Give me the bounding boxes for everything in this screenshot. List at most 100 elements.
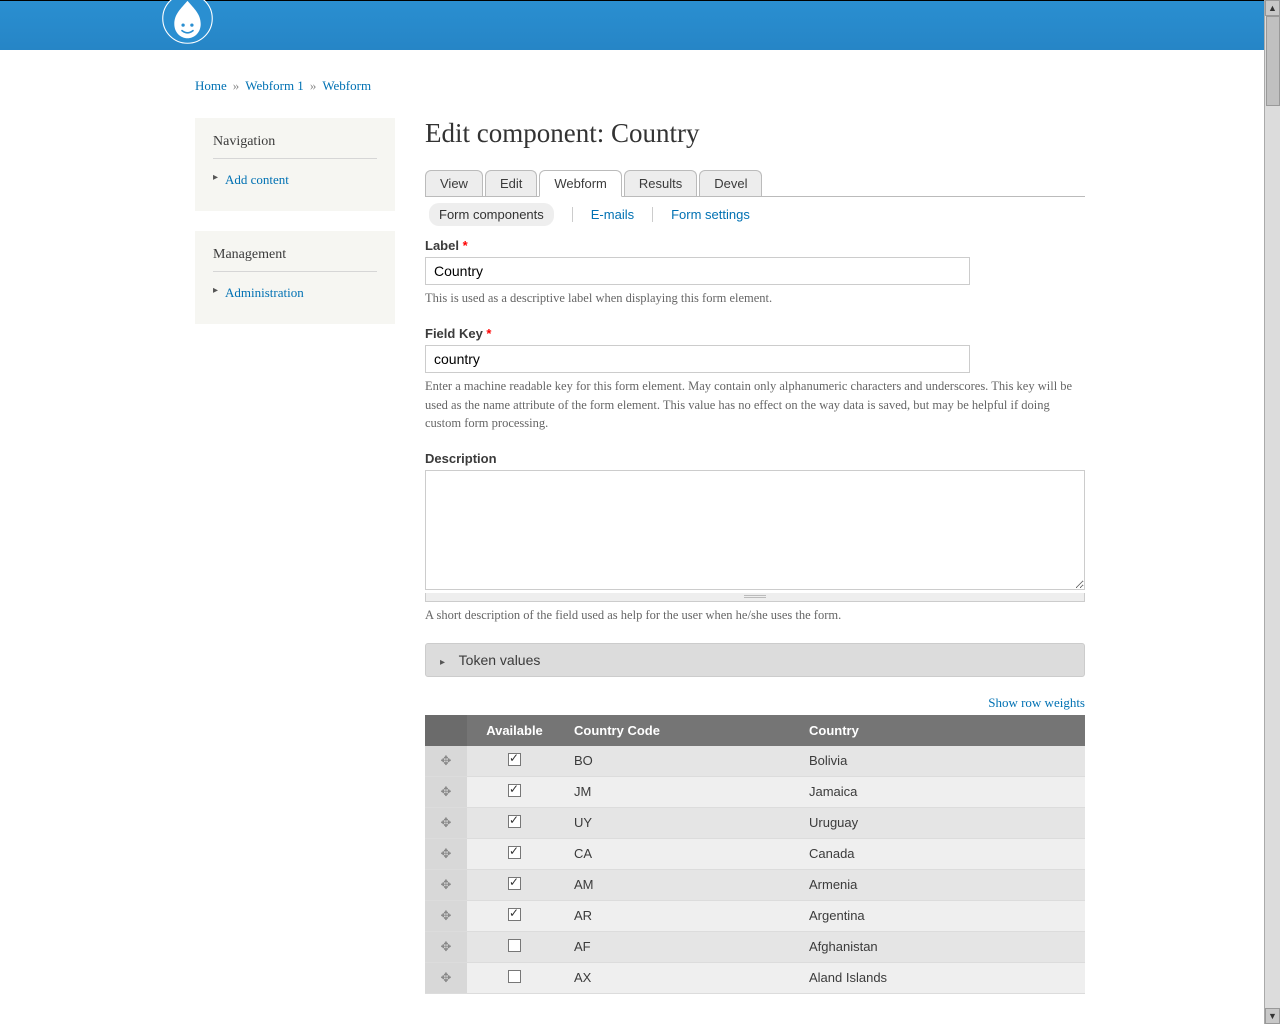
tab-edit[interactable]: Edit — [485, 170, 537, 196]
tabs-secondary: Form componentsE-mailsForm settings — [429, 207, 1085, 222]
site-logo[interactable] — [160, 0, 215, 49]
tab-results[interactable]: Results — [624, 170, 697, 196]
subtab-form-settings[interactable]: Form settings — [671, 207, 750, 222]
navigation-block: Navigation Add content — [195, 118, 395, 211]
table-row: ✥ AXAland Islands — [425, 962, 1085, 993]
tab-devel[interactable]: Devel — [699, 170, 762, 196]
tab-webform[interactable]: Webform — [539, 170, 622, 197]
table-row: ✥AFAfghanistan — [425, 931, 1085, 962]
fieldkey-field-label: Field Key * — [425, 326, 1085, 341]
available-checkbox[interactable] — [508, 784, 521, 797]
drupal-icon — [160, 0, 215, 46]
show-row-weights-wrapper: Show row weights — [425, 695, 1085, 711]
table-row: ✥ JMJamaica — [425, 776, 1085, 807]
country-code-cell: AM — [562, 869, 797, 900]
country-code-cell: CA — [562, 838, 797, 869]
sidebar-item-administration[interactable]: Administration — [213, 282, 377, 304]
page-title: Edit component: Country — [425, 118, 1085, 149]
available-cell — [467, 962, 562, 993]
label-field-wrapper: Label * This is used as a descriptive la… — [425, 238, 1085, 308]
available-cell — [467, 900, 562, 931]
sidebar: Navigation Add content Management Admini… — [195, 118, 395, 344]
options-table: Available Country Code Country ✥BOBolivi… — [425, 715, 1085, 994]
drag-handle-icon[interactable]: ✥ — [425, 900, 467, 931]
main-content: Edit component: Country ViewEditWebformR… — [425, 118, 1085, 994]
available-checkbox[interactable] — [508, 846, 521, 859]
drag-header — [425, 715, 467, 746]
top-banner — [0, 0, 1280, 50]
description-field-wrapper: Description A short description of the f… — [425, 451, 1085, 625]
available-checkbox[interactable] — [508, 939, 521, 952]
description-textarea[interactable] — [425, 470, 1085, 590]
sidebar-item-add-content-link[interactable]: Add content — [225, 172, 289, 187]
show-row-weights-link[interactable]: Show row weights — [988, 695, 1085, 710]
breadcrumb-link[interactable]: Webform — [322, 78, 371, 93]
sidebar-item-administration-link[interactable]: Administration — [225, 285, 304, 300]
available-cell — [467, 869, 562, 900]
available-checkbox[interactable] — [508, 753, 521, 766]
breadcrumb-separator: » — [233, 78, 240, 93]
subtab-form-components[interactable]: Form components — [429, 203, 554, 226]
country-name-cell: Bolivia — [797, 746, 1085, 777]
fieldkey-input[interactable] — [425, 345, 970, 373]
code-header: Country Code — [562, 715, 797, 746]
drag-handle-icon[interactable]: ✥ — [425, 776, 467, 807]
available-cell — [467, 931, 562, 962]
drag-handle-icon[interactable]: ✥ — [425, 746, 467, 777]
label-field-label: Label * — [425, 238, 1085, 253]
country-code-cell: BO — [562, 746, 797, 777]
country-code-cell: AX — [562, 962, 797, 993]
drag-handle-icon[interactable]: ✥ — [425, 838, 467, 869]
tabs-primary: ViewEditWebformResultsDevel — [425, 169, 1085, 197]
management-title: Management — [213, 247, 377, 272]
drag-handle-icon[interactable]: ✥ — [425, 869, 467, 900]
country-name-cell: Canada — [797, 838, 1085, 869]
available-cell — [467, 746, 562, 777]
label-description: This is used as a descriptive label when… — [425, 289, 1085, 308]
table-row: ✥ CACanada — [425, 838, 1085, 869]
tab-view[interactable]: View — [425, 170, 483, 196]
chevron-right-icon: ▸ — [440, 657, 445, 668]
available-cell — [467, 838, 562, 869]
subtab-e-mails[interactable]: E-mails — [591, 207, 634, 222]
table-row: ✥ UYUruguay — [425, 807, 1085, 838]
country-name-cell: Uruguay — [797, 807, 1085, 838]
scrollbar[interactable]: ▲ ▼ — [1264, 0, 1280, 1024]
description-help: A short description of the field used as… — [425, 606, 1085, 625]
country-name-cell: Armenia — [797, 869, 1085, 900]
available-checkbox[interactable] — [508, 908, 521, 921]
country-code-cell: AR — [562, 900, 797, 931]
drag-handle-icon[interactable]: ✥ — [425, 931, 467, 962]
country-code-cell: JM — [562, 776, 797, 807]
country-name-cell: Jamaica — [797, 776, 1085, 807]
scroll-up-icon[interactable]: ▲ — [1265, 0, 1280, 16]
available-checkbox[interactable] — [508, 970, 521, 983]
scroll-down-icon[interactable]: ▼ — [1265, 1008, 1280, 1024]
available-checkbox[interactable] — [508, 877, 521, 890]
drag-handle-icon[interactable]: ✥ — [425, 962, 467, 993]
fieldkey-field-wrapper: Field Key * Enter a machine readable key… — [425, 326, 1085, 433]
fieldkey-description: Enter a machine readable key for this fo… — [425, 377, 1085, 433]
table-row: ✥ARArgentina — [425, 900, 1085, 931]
breadcrumb: Home » Webform 1 » Webform — [195, 78, 1085, 94]
textarea-grippie[interactable] — [425, 593, 1085, 602]
breadcrumb-link[interactable]: Home — [195, 78, 227, 93]
breadcrumb-separator: » — [310, 78, 317, 93]
token-values-fieldset[interactable]: ▸ Token values — [425, 643, 1085, 677]
label-input[interactable] — [425, 257, 970, 285]
scroll-thumb[interactable] — [1266, 16, 1280, 106]
available-checkbox[interactable] — [508, 815, 521, 828]
table-row: ✥ BOBolivia — [425, 746, 1085, 777]
country-code-cell: UY — [562, 807, 797, 838]
available-header: Available — [467, 715, 562, 746]
drag-handle-icon[interactable]: ✥ — [425, 807, 467, 838]
token-values-legend: Token values — [459, 652, 541, 668]
country-name-cell: Afghanistan — [797, 931, 1085, 962]
navigation-title: Navigation — [213, 134, 377, 159]
country-name-cell: Aland Islands — [797, 962, 1085, 993]
available-cell — [467, 776, 562, 807]
description-field-label: Description — [425, 451, 1085, 466]
breadcrumb-link[interactable]: Webform 1 — [245, 78, 304, 93]
available-cell — [467, 807, 562, 838]
sidebar-item-add-content[interactable]: Add content — [213, 169, 377, 191]
